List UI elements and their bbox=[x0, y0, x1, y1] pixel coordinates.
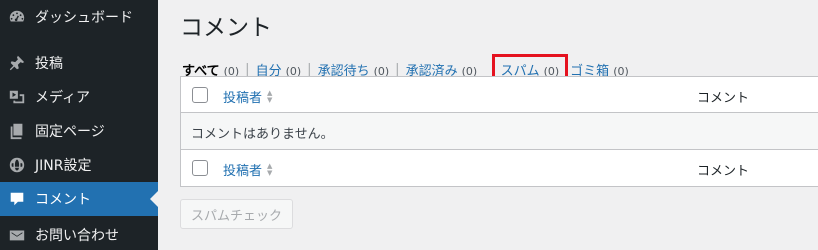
sort-icon: ▲ ▼ bbox=[267, 161, 273, 177]
sidebar-item-label: JINR設定 bbox=[35, 158, 92, 174]
select-all-checkbox[interactable] bbox=[192, 87, 208, 103]
comments-table: 投稿者 ▲ ▼ コメント コメントはありません。 投稿者 ▲ ▼ コメント bbox=[180, 76, 818, 187]
sidebar-item-label: メディア bbox=[35, 90, 91, 106]
sidebar-item-pages[interactable]: 固定ページ bbox=[0, 114, 158, 148]
sidebar-item-comments[interactable]: コメント bbox=[0, 182, 158, 216]
table-footer-row: 投稿者 ▲ ▼ コメント bbox=[181, 150, 818, 187]
table-header-row: 投稿者 ▲ ▼ コメント bbox=[181, 77, 818, 113]
admin-sidebar: ダッシュボード 投稿 メディア 固定ページ JINR設定 コメント お問い合わせ bbox=[0, 0, 158, 250]
sidebar-item-jinr-settings[interactable]: JINR設定 bbox=[0, 148, 158, 182]
author-column-footer[interactable]: 投稿者 ▲ ▼ bbox=[223, 160, 272, 179]
sidebar-item-label: 固定ページ bbox=[35, 124, 105, 140]
comment-column-header: コメント bbox=[697, 91, 750, 106]
sidebar-item-label: 投稿 bbox=[35, 56, 63, 72]
filter-separator: | bbox=[307, 62, 312, 77]
mail-icon bbox=[7, 225, 27, 245]
empty-spam-button[interactable]: スパムチェック bbox=[180, 199, 293, 229]
sidebar-item-label: お問い合わせ bbox=[35, 228, 119, 244]
filter-separator: | bbox=[395, 62, 400, 77]
sort-icon: ▲ ▼ bbox=[267, 88, 273, 104]
sidebar-item-media[interactable]: メディア bbox=[0, 80, 158, 114]
select-all-checkbox-bottom[interactable] bbox=[192, 160, 208, 176]
no-comments-message: コメントはありません。 bbox=[191, 127, 334, 142]
globe-icon bbox=[7, 155, 27, 175]
pages-icon bbox=[7, 121, 27, 141]
sidebar-item-label: コメント bbox=[35, 192, 91, 208]
sidebar-item-posts[interactable]: 投稿 bbox=[0, 46, 158, 80]
sidebar-item-contact[interactable]: お問い合わせ bbox=[0, 218, 158, 250]
no-items-row: コメントはありません。 bbox=[181, 113, 818, 150]
pushpin-icon bbox=[7, 53, 27, 73]
author-column-header[interactable]: 投稿者 ▲ ▼ bbox=[223, 87, 272, 106]
comment-column-footer: コメント bbox=[697, 164, 750, 179]
sidebar-item-label: ダッシュボード bbox=[35, 10, 133, 26]
author-column-label: 投稿者 bbox=[223, 91, 263, 106]
page-title: コメント bbox=[180, 15, 272, 41]
media-icon bbox=[7, 87, 27, 107]
comment-icon bbox=[7, 189, 27, 209]
filter-separator: | bbox=[245, 62, 250, 77]
dashboard-icon bbox=[7, 7, 27, 27]
author-column-label: 投稿者 bbox=[223, 164, 263, 179]
sidebar-item-dashboard[interactable]: ダッシュボード bbox=[0, 0, 158, 34]
